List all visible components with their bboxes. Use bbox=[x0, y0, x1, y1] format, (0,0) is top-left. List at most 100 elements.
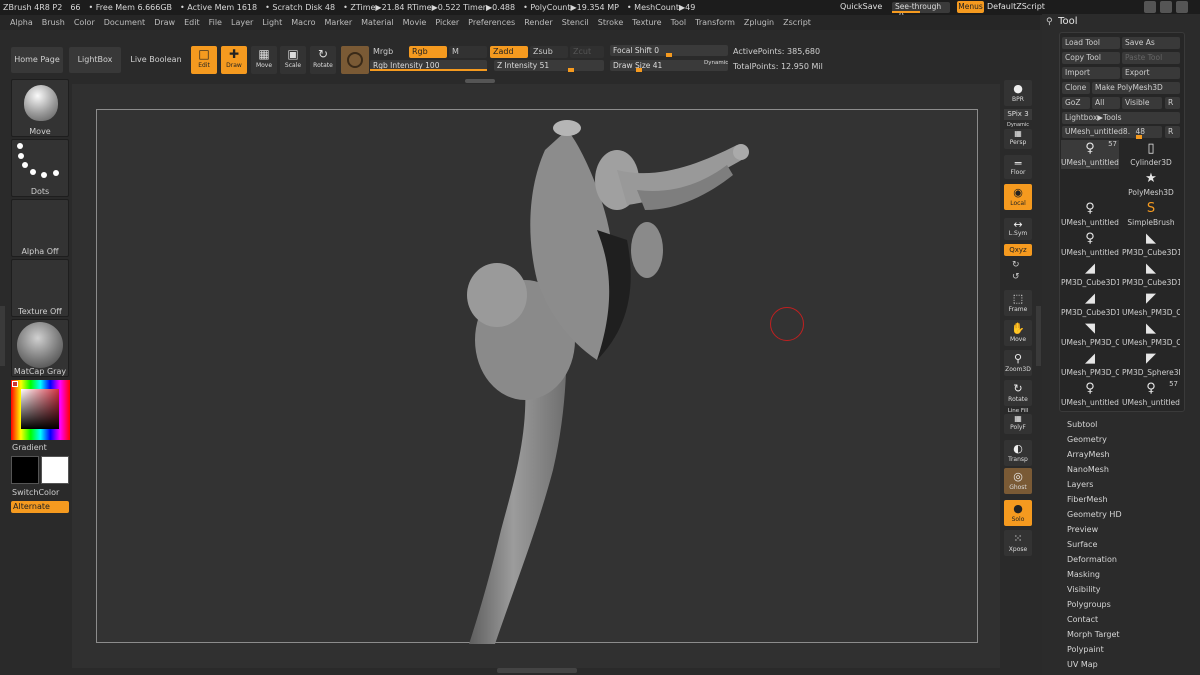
tool-thumbnail[interactable]: ◣ PM3D_Cube3D1_ bbox=[1122, 230, 1180, 259]
minimize-icon[interactable] bbox=[1144, 1, 1156, 13]
menu-zscript[interactable]: Zscript bbox=[783, 18, 811, 27]
mrgb-button[interactable]: Mrgb bbox=[373, 47, 393, 56]
tool-thumbnail[interactable]: ♀ UMesh_untitled5 bbox=[1061, 230, 1119, 259]
rotate-view-button[interactable]: ↻ Rotate bbox=[1004, 380, 1032, 406]
shelf-collapse-handle[interactable] bbox=[465, 79, 495, 83]
tool-thumbnail[interactable]: ♀ UMesh_untitled7 bbox=[1061, 380, 1119, 409]
subpalette-polypaint[interactable]: Polypaint bbox=[1067, 645, 1104, 654]
make-polymesh-button[interactable]: Make PolyMesh3D bbox=[1092, 82, 1180, 94]
zcut-button[interactable]: Zcut bbox=[570, 46, 604, 58]
current-tool-slider[interactable]: UMesh_untitled8. 48 bbox=[1062, 126, 1162, 139]
tool-thumbnail[interactable]: ♀ UMesh_untitled8 57 bbox=[1122, 380, 1180, 409]
rgb-intensity-slider[interactable]: Rgb Intensity 100 bbox=[370, 60, 487, 71]
scale-mode-button[interactable]: ▣ Scale bbox=[280, 46, 306, 74]
color-square[interactable] bbox=[21, 389, 59, 429]
menu-file[interactable]: File bbox=[209, 18, 222, 27]
zoom3d-button[interactable]: ⚲ Zoom3D bbox=[1004, 350, 1032, 376]
move-view-button[interactable]: ✋ Move bbox=[1004, 320, 1032, 346]
tool-thumbnail[interactable]: ★ PolyMesh3D bbox=[1122, 170, 1180, 199]
dynamic-button[interactable]: Dynamic bbox=[704, 60, 728, 66]
main-color-swatch[interactable] bbox=[11, 456, 39, 484]
paste-tool-button[interactable]: Paste Tool bbox=[1122, 52, 1180, 64]
menu-render[interactable]: Render bbox=[524, 18, 552, 27]
menu-alpha[interactable]: Alpha bbox=[10, 18, 33, 27]
solo-button[interactable]: ● Solo bbox=[1004, 500, 1032, 526]
menu-draw[interactable]: Draw bbox=[154, 18, 175, 27]
local-button[interactable]: ◉ Local bbox=[1004, 184, 1032, 210]
move-mode-button[interactable]: ▦ Move bbox=[251, 46, 277, 74]
xpose-button[interactable]: ⁙ Xpose bbox=[1004, 530, 1032, 556]
copy-tool-button[interactable]: Copy Tool bbox=[1062, 52, 1120, 64]
menu-zplugin[interactable]: Zplugin bbox=[744, 18, 774, 27]
tool-palette-header[interactable]: ⚲ Tool bbox=[1046, 16, 1078, 27]
subpalette-layers[interactable]: Layers bbox=[1067, 480, 1093, 489]
menu-edit[interactable]: Edit bbox=[184, 18, 200, 27]
bpr-button[interactable]: ● BPR bbox=[1004, 80, 1032, 106]
tool-thumbnail[interactable]: ◤ PM3D_Sphere3D bbox=[1122, 350, 1180, 379]
menu-texture[interactable]: Texture bbox=[632, 18, 661, 27]
zadd-button[interactable]: Zadd bbox=[490, 46, 528, 58]
subpalette-nanomesh[interactable]: NanoMesh bbox=[1067, 465, 1109, 474]
r-button[interactable]: R bbox=[1165, 97, 1180, 109]
menu-marker[interactable]: Marker bbox=[324, 18, 352, 27]
tool-thumbnail[interactable]: ◣ PM3D_Cube3D1_ bbox=[1122, 260, 1180, 289]
save-as-button[interactable]: Save As bbox=[1122, 37, 1180, 49]
tool-thumbnail[interactable]: S SimpleBrush bbox=[1122, 200, 1180, 229]
subpalette-contact[interactable]: Contact bbox=[1067, 615, 1098, 624]
tool-thumbnail[interactable]: ◢ UMesh_PM3D_C bbox=[1061, 350, 1119, 379]
persp-button[interactable]: ▦ Persp bbox=[1004, 129, 1032, 149]
left-tray-handle[interactable] bbox=[0, 306, 5, 366]
transp-button[interactable]: ◐ Transp bbox=[1004, 440, 1032, 466]
subpalette-fibermesh[interactable]: FiberMesh bbox=[1067, 495, 1108, 504]
zsub-button[interactable]: Zsub bbox=[530, 46, 568, 58]
tool-thumbnail[interactable]: ◢ PM3D_Cube3D1 bbox=[1061, 260, 1119, 289]
subpalette-subtool[interactable]: Subtool bbox=[1067, 420, 1097, 429]
menu-light[interactable]: Light bbox=[262, 18, 282, 27]
rotate-axis-z-icon[interactable]: ↺ bbox=[1012, 272, 1020, 282]
color-picker[interactable] bbox=[11, 380, 70, 440]
z-intensity-slider[interactable]: Z Intensity 51 bbox=[494, 60, 604, 72]
close-icon[interactable] bbox=[1176, 1, 1188, 13]
tool-thumbnail[interactable]: ▯ Cylinder3D bbox=[1122, 140, 1180, 169]
menu-stencil[interactable]: Stencil bbox=[562, 18, 589, 27]
menu-macro[interactable]: Macro bbox=[291, 18, 315, 27]
tool-thumbnail[interactable]: ♀ UMesh_untitled3 bbox=[1061, 200, 1119, 229]
all-button[interactable]: All bbox=[1092, 97, 1120, 109]
edit-mode-button[interactable]: □ Edit bbox=[191, 46, 217, 74]
focal-shift-slider[interactable]: Focal Shift 0 bbox=[610, 45, 728, 57]
tool-thumbnail[interactable]: ◤ UMesh_PM3D_C bbox=[1122, 290, 1180, 319]
menus-button[interactable]: Menus bbox=[957, 1, 984, 13]
gradient-label[interactable]: Gradient bbox=[12, 443, 47, 452]
secondary-color-swatch[interactable] bbox=[41, 456, 69, 484]
home-page-button[interactable]: Home Page bbox=[11, 47, 63, 73]
subpalette-surface[interactable]: Surface bbox=[1067, 540, 1097, 549]
floor-button[interactable]: ═ Floor bbox=[1004, 155, 1032, 179]
right-tray-handle[interactable] bbox=[1036, 306, 1041, 366]
goz-button[interactable]: GoZ bbox=[1062, 97, 1090, 109]
menu-stroke[interactable]: Stroke bbox=[598, 18, 624, 27]
subpalette-deformation[interactable]: Deformation bbox=[1067, 555, 1117, 564]
subpalette-arraymesh[interactable]: ArrayMesh bbox=[1067, 450, 1110, 459]
r-tool-button[interactable]: R bbox=[1165, 126, 1180, 138]
export-button[interactable]: Export bbox=[1122, 67, 1180, 79]
ghost-button[interactable]: ◎ Ghost bbox=[1004, 468, 1032, 494]
live-boolean-button[interactable]: Live Boolean bbox=[127, 47, 185, 73]
subpalette-masking[interactable]: Masking bbox=[1067, 570, 1100, 579]
default-zscript-button[interactable]: DefaultZScript bbox=[987, 2, 1045, 11]
document-frame[interactable] bbox=[96, 109, 978, 644]
import-button[interactable]: Import bbox=[1062, 67, 1120, 79]
menu-material[interactable]: Material bbox=[361, 18, 394, 27]
menu-document[interactable]: Document bbox=[104, 18, 145, 27]
clone-button[interactable]: Clone bbox=[1062, 82, 1090, 94]
menu-brush[interactable]: Brush bbox=[42, 18, 65, 27]
menu-tool[interactable]: Tool bbox=[671, 18, 687, 27]
xyz-button[interactable]: Qxyz bbox=[1004, 244, 1032, 256]
maximize-icon[interactable] bbox=[1160, 1, 1172, 13]
lightbox-button[interactable]: LightBox bbox=[69, 47, 121, 73]
tool-thumbnail[interactable]: ◣ UMesh_PM3D_C bbox=[1122, 320, 1180, 349]
see-through-slider[interactable]: See-through 0 bbox=[892, 2, 950, 20]
menu-transform[interactable]: Transform bbox=[695, 18, 735, 27]
polyf-button[interactable]: ▦ PolyF bbox=[1004, 414, 1032, 434]
subpalette-geometry-hd[interactable]: Geometry HD bbox=[1067, 510, 1122, 519]
menu-layer[interactable]: Layer bbox=[231, 18, 253, 27]
